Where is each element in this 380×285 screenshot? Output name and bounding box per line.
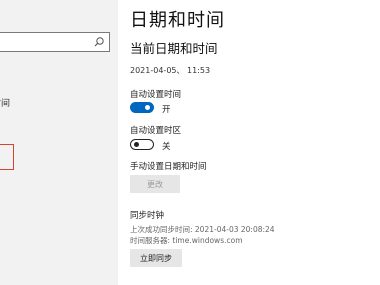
auto-timezone-label: 自动设置时区 xyxy=(130,126,182,136)
section-title: 当前日期和时间 xyxy=(130,41,218,56)
search-input[interactable] xyxy=(0,32,110,52)
page-title: 日期和时间 xyxy=(130,10,225,31)
auto-timezone-state: 关 xyxy=(162,142,171,152)
sidebar-highlight-box xyxy=(0,144,14,170)
settings-window: 时间 日期和时间 当前日期和时间 2021-04-05、 11:53 自动设置时… xyxy=(0,0,380,285)
toggle-knob xyxy=(134,141,139,147)
change-button[interactable]: 更改 xyxy=(130,175,180,193)
auto-time-label: 自动设置时间 xyxy=(130,90,182,100)
sync-clock-title: 同步时钟 xyxy=(130,211,165,221)
time-server-text: 时间服务器: time.windows.com xyxy=(130,236,243,245)
sync-now-button[interactable]: 立即同步 xyxy=(130,249,182,267)
search-icon xyxy=(94,37,104,47)
auto-time-state: 开 xyxy=(162,105,171,115)
last-sync-text: 上次成功同步时间: 2021-04-03 20:08:24 xyxy=(130,225,275,234)
main-content: 日期和时间 当前日期和时间 2021-04-05、 11:53 自动设置时间 开… xyxy=(130,0,380,285)
current-datetime: 2021-04-05、 11:53 xyxy=(130,66,211,75)
auto-time-toggle[interactable] xyxy=(130,102,154,113)
auto-timezone-toggle[interactable] xyxy=(130,139,154,150)
manual-datetime-label: 手动设置日期和时间 xyxy=(130,162,207,172)
toggle-knob xyxy=(145,105,150,110)
sidebar-item-time-label[interactable]: 时间 xyxy=(0,96,10,109)
sidebar: 时间 xyxy=(0,0,118,285)
